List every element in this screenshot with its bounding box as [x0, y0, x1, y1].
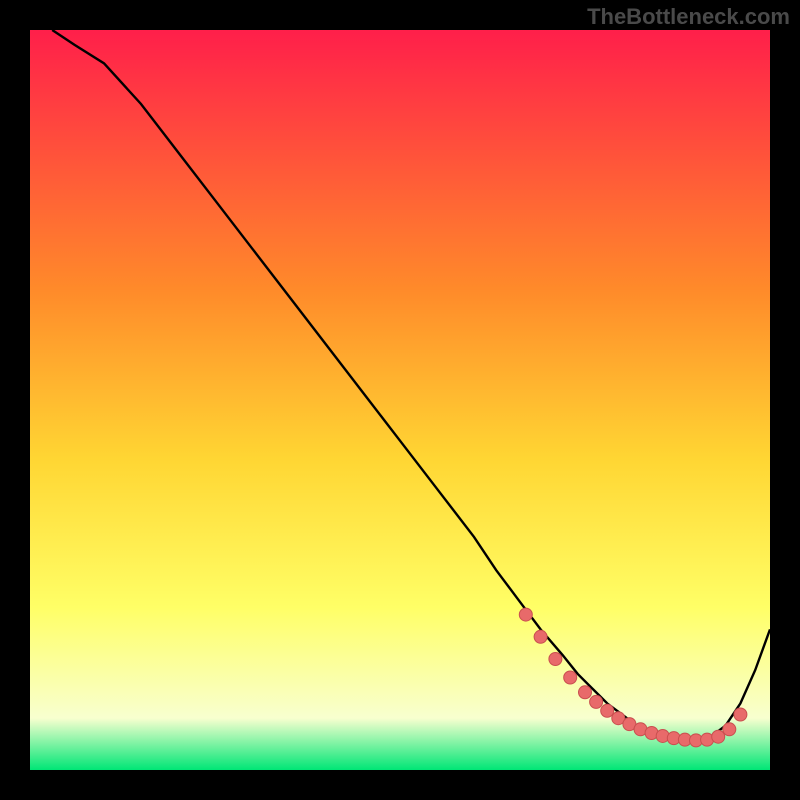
plot-svg — [30, 30, 770, 770]
watermark-text: TheBottleneck.com — [587, 4, 790, 30]
marker-dot — [519, 608, 532, 621]
marker-dot — [723, 723, 736, 736]
marker-dot — [734, 708, 747, 721]
marker-dot — [601, 704, 614, 717]
marker-dot — [564, 671, 577, 684]
marker-dot — [549, 653, 562, 666]
chart-frame: TheBottleneck.com — [0, 0, 800, 800]
plot-area — [30, 30, 770, 770]
marker-dot — [579, 686, 592, 699]
marker-dot — [712, 730, 725, 743]
marker-dot — [534, 630, 547, 643]
gradient-background — [30, 30, 770, 770]
marker-dot — [590, 695, 603, 708]
